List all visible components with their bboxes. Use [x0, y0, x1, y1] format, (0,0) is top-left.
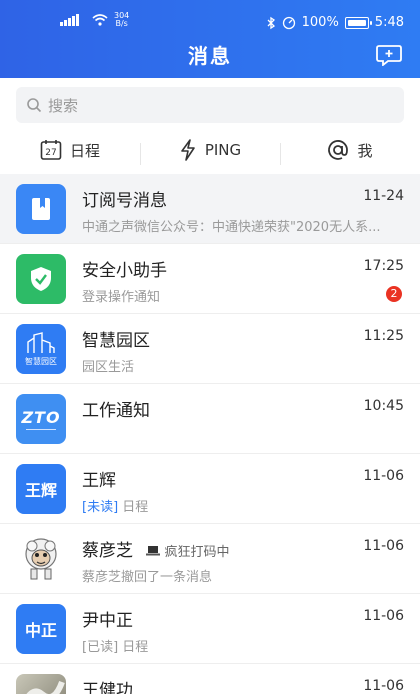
bluetooth-icon [267, 16, 275, 29]
avatar-initials: 王辉 [24, 481, 57, 500]
avatar [16, 674, 66, 694]
tab-schedule[interactable]: 27 日程 [0, 139, 140, 161]
message-row-wang-jiangong[interactable]: 王健功 11-06 [0, 664, 420, 694]
avatar: 王辉 [16, 464, 66, 514]
message-time: 11-06 [363, 538, 404, 554]
tab-schedule-label: 日程 [69, 141, 100, 160]
message-row-work-notice[interactable]: ZTO 工作通知 10:45 [0, 384, 420, 454]
compose-message-icon[interactable] [376, 44, 402, 66]
battery-icon [344, 16, 372, 29]
quick-tabs: 27 日程 PING 我 [0, 130, 420, 170]
message-preview: [已读] 日程 [82, 636, 148, 655]
search-icon [27, 98, 42, 113]
message-row-subscriptions[interactable]: 订阅号消息 11-24 中通之声微信公众号：中通快递荣获"2020无人系... [0, 174, 420, 244]
contact-name: 智慧园区 [82, 331, 150, 351]
search-input[interactable]: 搜索 [16, 87, 404, 123]
message-time: 11-06 [363, 468, 404, 484]
contact-name: 王辉 [82, 471, 116, 491]
shield-check-icon [31, 267, 51, 291]
search-section: 搜索 [0, 78, 420, 130]
net-speed-unit: B/s [115, 19, 128, 28]
avatar: ZTO [16, 394, 66, 444]
contact-name: 安全小助手 [82, 261, 167, 281]
message-time: 11:25 [363, 328, 404, 344]
tab-mentions-label: 我 [357, 141, 373, 160]
search-placeholder: 搜索 [48, 96, 79, 115]
contact-name: 订阅号消息 [82, 191, 167, 211]
buildings-icon [27, 331, 55, 353]
message-time: 11-06 [363, 608, 404, 624]
message-time: 11-06 [363, 678, 404, 694]
avatar: 智慧园区 [16, 324, 66, 374]
avatar [16, 184, 66, 234]
app-header: 304 B/s 100% 5:48 消息 [0, 0, 420, 78]
clock: 5:48 [374, 15, 404, 30]
message-time: 11-24 [363, 188, 404, 204]
message-time: 10:45 [363, 398, 404, 414]
bookmark-icon [32, 198, 50, 220]
avatar [16, 254, 66, 304]
speed-gauge-icon [282, 16, 295, 29]
lightning-icon [181, 139, 195, 161]
zto-logo-icon: ZTO [21, 408, 61, 427]
unread-tag: [未读] [82, 500, 119, 515]
message-preview-text: 日程 [122, 640, 149, 655]
message-preview: 登录操作通知 [82, 290, 161, 305]
read-tag: [已读] [82, 640, 119, 655]
contact-name: 蔡彦芝 疯狂打码中 [82, 536, 230, 561]
message-preview: 蔡彦芝撤回了一条消息 [82, 570, 213, 585]
tab-mentions[interactable]: 我 [280, 139, 420, 165]
zto-logo-underline [26, 429, 56, 430]
cellular-signal-icon [60, 14, 79, 26]
message-preview-text: 日程 [122, 500, 149, 515]
avatar: 中正 [16, 604, 66, 654]
sheep-avatar-icon [25, 538, 57, 580]
page-title: 消息 [188, 44, 232, 68]
contact-name-text: 蔡彦芝 [82, 541, 133, 561]
calendar-icon-day: 27 [45, 148, 56, 158]
unread-count-badge: 2 [386, 286, 402, 302]
photo-avatar-icon [26, 680, 65, 694]
custom-status: 疯狂打码中 [146, 545, 230, 560]
message-row-security-assistant[interactable]: 安全小助手 17:25 登录操作通知 2 [0, 244, 420, 314]
avatar-initials: 中正 [24, 621, 57, 640]
at-icon [328, 140, 349, 160]
message-preview: 中通之声微信公众号：中通快递荣获"2020无人系... [82, 220, 381, 235]
message-preview: [未读] 日程 [82, 496, 148, 515]
tab-ping-label: PING [204, 141, 242, 159]
message-row-smart-park[interactable]: 智慧园区 智慧园区 11:25 园区生活 [0, 314, 420, 384]
status-left: 304 B/s [60, 12, 129, 28]
laptop-icon [146, 546, 161, 556]
contact-name: 王健功 [82, 681, 133, 694]
message-row-wang-hui[interactable]: 王辉 王辉 11-06 [未读] 日程 [0, 454, 420, 524]
contact-name: 工作通知 [82, 401, 150, 421]
custom-status-text: 疯狂打码中 [164, 545, 230, 560]
message-time: 17:25 [363, 258, 404, 274]
calendar-icon: 27 [40, 140, 62, 160]
message-list: 订阅号消息 11-24 中通之声微信公众号：中通快递荣获"2020无人系... … [0, 174, 420, 694]
avatar [16, 534, 66, 584]
message-row-cai-yanzhi[interactable]: 蔡彦芝 疯狂打码中 11-06 蔡彦芝撤回了一条消息 [0, 524, 420, 594]
message-preview: 园区生活 [82, 360, 135, 375]
status-right: 100% 5:48 [266, 15, 404, 30]
net-speed: 304 B/s [114, 12, 129, 28]
wifi-icon [92, 14, 108, 26]
status-bar: 304 B/s 100% 5:48 [0, 0, 420, 32]
message-row-yin-zhongzheng[interactable]: 中正 尹中正 11-06 [已读] 日程 [0, 594, 420, 664]
smart-park-logo-text: 智慧园区 [25, 356, 57, 366]
battery-percent: 100% [301, 15, 339, 30]
tab-ping[interactable]: PING [140, 139, 280, 165]
contact-name: 尹中正 [82, 611, 133, 631]
